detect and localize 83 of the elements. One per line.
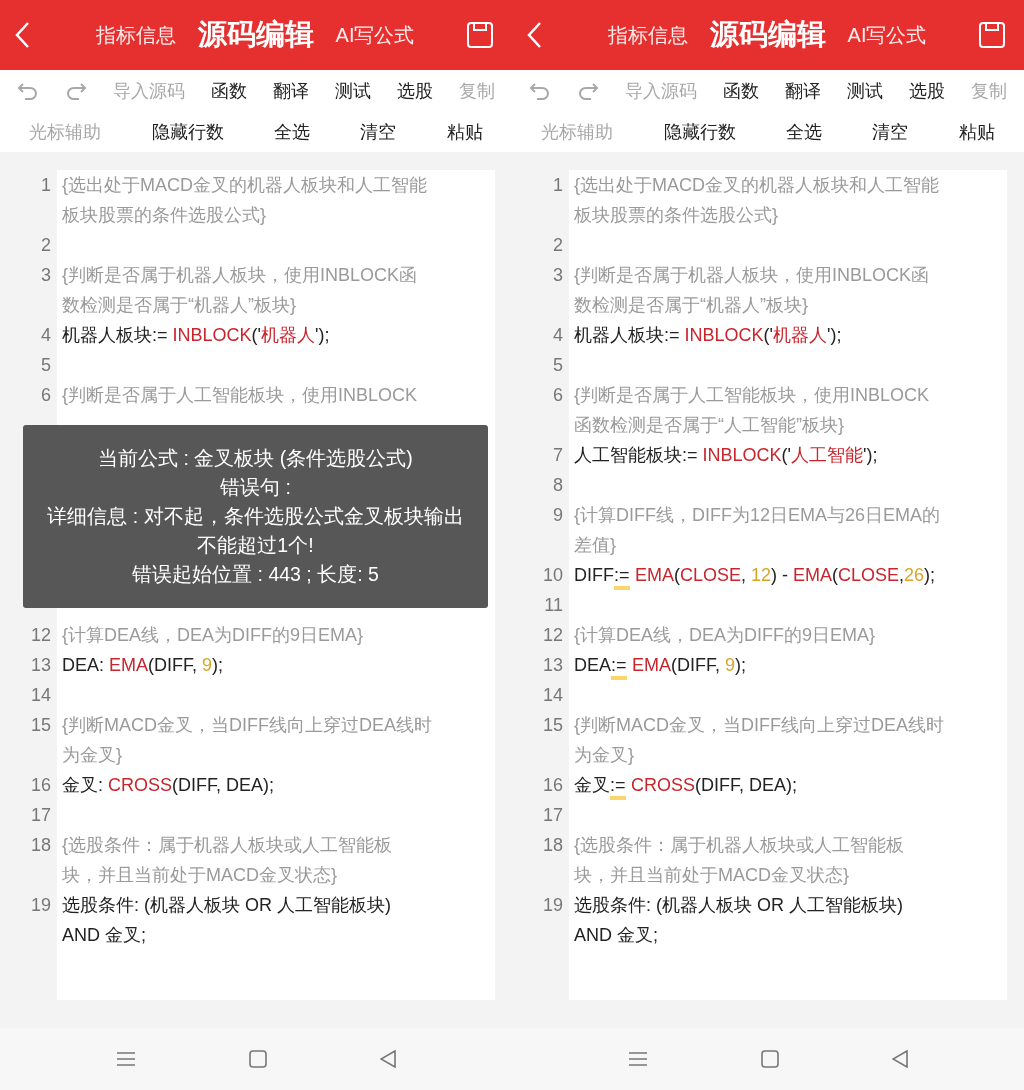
line-number: 4 <box>40 324 52 347</box>
line-number: 4 <box>552 324 564 347</box>
line-number: 11 <box>543 594 564 617</box>
back-button[interactable] <box>526 21 542 49</box>
toolbar-button[interactable]: 全选 <box>273 119 310 144</box>
toolbar-button[interactable]: 全选 <box>785 119 822 144</box>
back-nav-button[interactable] <box>379 1050 396 1068</box>
home-button[interactable] <box>249 1050 267 1068</box>
line-number: 6 <box>40 384 52 407</box>
toolbar-button[interactable]: 函数 <box>723 78 759 103</box>
back-icon <box>526 21 542 49</box>
line-number: 5 <box>40 354 52 377</box>
toolbar-button[interactable]: 粘贴 <box>446 119 483 144</box>
line-number: 3 <box>40 264 52 287</box>
square-icon <box>761 1050 779 1068</box>
line-number: 14 <box>541 684 564 707</box>
line-number: 12 <box>541 624 564 647</box>
line-number: 15 <box>541 714 564 737</box>
line-number: 2 <box>552 234 564 257</box>
header-tab[interactable]: 指标信息 <box>607 21 688 49</box>
toolbar-button[interactable]: 测试 <box>335 78 371 103</box>
line-number: 17 <box>541 804 564 827</box>
line-number: 5 <box>552 354 564 377</box>
line-number: 6 <box>552 384 564 407</box>
menu-button[interactable] <box>116 1051 137 1067</box>
undo-icon <box>17 81 39 100</box>
line-number: 9 <box>552 504 564 527</box>
line-number: 16 <box>29 774 52 797</box>
toolbar-button[interactable]: 粘贴 <box>958 119 995 144</box>
line-number: 18 <box>29 834 52 857</box>
line-number: 15 <box>29 714 52 737</box>
toast-text: 错误句 : <box>220 475 291 500</box>
toolbar-button[interactable]: 清空 <box>360 119 397 144</box>
undo-icon <box>529 81 551 100</box>
redo-icon <box>65 81 87 100</box>
line-number: 1 <box>552 174 564 197</box>
toolbar-button[interactable]: 隐藏行数 <box>663 119 736 144</box>
toolbar-button[interactable]: 选股 <box>909 78 945 103</box>
redo-icon <box>577 81 599 100</box>
line-number: 18 <box>541 834 564 857</box>
toolbar-button[interactable]: 测试 <box>847 78 883 103</box>
toast-text: 详细信息 : 对不起，条件选股公式金叉板块输出不能超过1个! <box>46 504 465 558</box>
line-number: 12 <box>29 624 52 647</box>
toast-text: 当前公式 : 金叉板块 (条件选股公式) <box>98 446 413 471</box>
line-number: 16 <box>541 774 564 797</box>
header-tab[interactable]: AI写公式 <box>335 21 415 49</box>
save-button[interactable] <box>978 21 1006 49</box>
toolbar-button[interactable]: 函数 <box>211 78 247 103</box>
toolbar-button[interactable]: 清空 <box>872 119 909 144</box>
line-number: 14 <box>29 684 52 707</box>
back-icon <box>14 21 30 49</box>
line-number: 7 <box>552 444 564 467</box>
line-number: 10 <box>541 564 564 587</box>
toolbar-button[interactable]: 隐藏行数 <box>151 119 224 144</box>
home-button[interactable] <box>761 1050 779 1068</box>
menu-icon <box>116 1051 137 1067</box>
line-number: 17 <box>29 804 52 827</box>
back-button[interactable] <box>14 21 30 49</box>
back-icon <box>379 1050 396 1068</box>
line-number: 13 <box>541 654 564 677</box>
line-number: 19 <box>29 894 52 917</box>
header-tab[interactable]: 源码编辑 <box>709 15 826 55</box>
line-number: 8 <box>552 474 564 497</box>
line-number: 19 <box>541 894 564 917</box>
toolbar-button[interactable]: 翻译 <box>273 78 309 103</box>
line-number: 1 <box>40 174 52 197</box>
toolbar-button[interactable]: 翻译 <box>785 78 821 103</box>
save-icon <box>466 21 494 49</box>
line-number: 3 <box>552 264 564 287</box>
line-number: 2 <box>40 234 52 257</box>
save-icon <box>978 21 1006 49</box>
header-tab[interactable]: AI写公式 <box>847 21 927 49</box>
square-icon <box>249 1050 267 1068</box>
line-number: 13 <box>29 654 52 677</box>
save-button[interactable] <box>466 21 494 49</box>
menu-button[interactable] <box>628 1051 649 1067</box>
header-tab[interactable]: 源码编辑 <box>197 15 314 55</box>
back-icon <box>891 1050 908 1068</box>
toolbar-button[interactable]: 选股 <box>397 78 433 103</box>
header-tab[interactable]: 指标信息 <box>95 21 176 49</box>
toast-text: 错误起始位置 : 443 ; 长度: 5 <box>132 562 379 587</box>
back-nav-button[interactable] <box>891 1050 908 1068</box>
menu-icon <box>628 1051 649 1067</box>
